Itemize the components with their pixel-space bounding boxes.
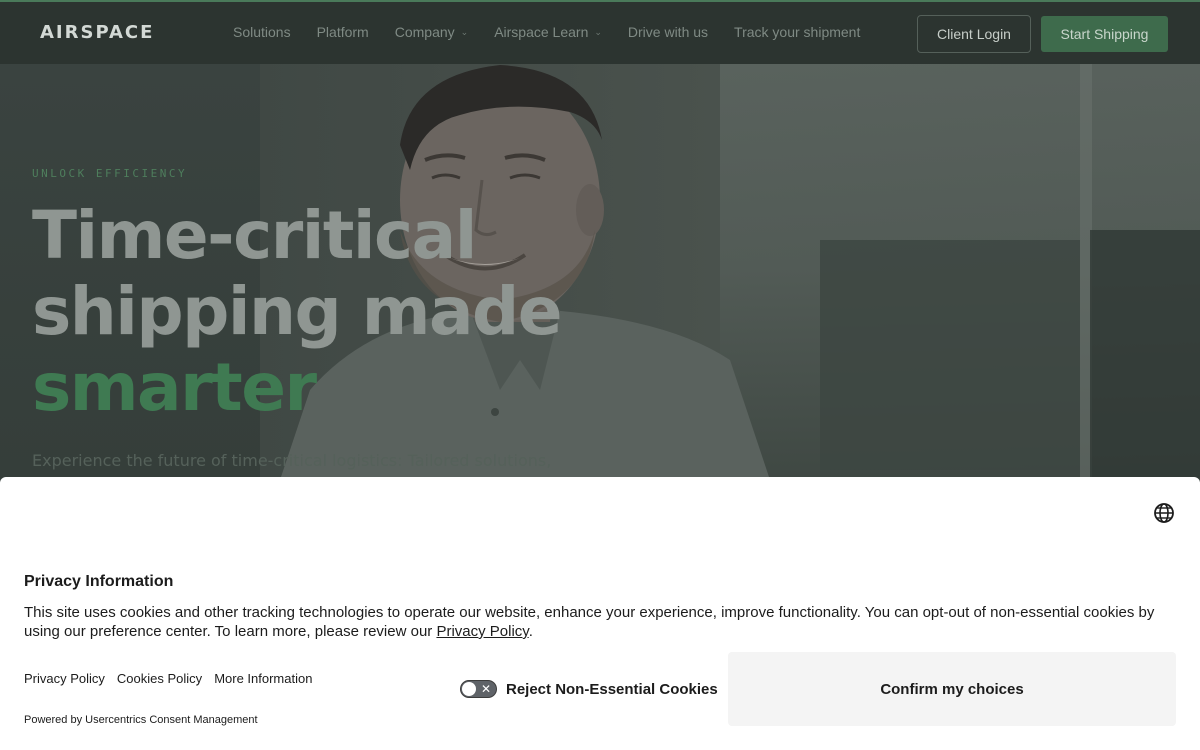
nav-item-company[interactable]: Company ⌄ — [395, 24, 468, 40]
close-icon: ✕ — [480, 682, 491, 696]
footer-link-privacy-policy[interactable]: Privacy Policy — [24, 671, 105, 686]
privacy-body: This site uses cookies and other trackin… — [24, 603, 1180, 641]
nav-item-solutions[interactable]: Solutions — [233, 24, 291, 40]
privacy-title: Privacy Information — [24, 573, 174, 590]
nav-item-label: Platform — [316, 24, 369, 40]
chevron-down-icon: ⌄ — [460, 26, 469, 37]
footer-link-more-information[interactable]: More Information — [214, 671, 312, 686]
nav-item-platform[interactable]: Platform — [317, 24, 369, 40]
privacy-body-end: . — [528, 623, 533, 640]
hero-headline: Time-critical shipping made smarter — [32, 197, 563, 426]
hero-eyebrow: UNLOCK EFFICIENCY — [32, 167, 188, 180]
privacy-policy-link[interactable]: Privacy Policy — [436, 623, 528, 640]
nav-item-label: Airspace Learn — [494, 24, 589, 40]
airspace-logo[interactable]: AIRSPACE — [40, 22, 154, 43]
nav-item-label: Company — [394, 24, 455, 40]
nav-item-airspace-learn[interactable]: Airspace Learn ⌄ — [494, 24, 602, 40]
headline-accent: smarter — [32, 349, 317, 426]
start-shipping-button[interactable]: Start Shipping — [1041, 16, 1168, 52]
nav-item-label: Track your shipment — [734, 24, 861, 40]
nav-item-drive-with-us[interactable]: Drive with us — [628, 24, 708, 40]
cookie-footer-links: Privacy Policy Cookies Policy More Infor… — [24, 671, 324, 686]
top-navigation: AIRSPACE Solutions Platform Company ⌄ Ai… — [0, 0, 1200, 64]
background-office — [820, 240, 1080, 470]
headline-line-2: shipping made — [32, 273, 563, 350]
nav-item-track-shipment[interactable]: Track your shipment — [734, 24, 860, 40]
reject-non-essential-label: Reject Non-Essential Cookies — [506, 680, 718, 698]
client-login-button[interactable]: Client Login — [917, 15, 1031, 53]
globe-icon[interactable] — [1153, 502, 1175, 524]
reject-non-essential-toggle-row[interactable]: ✕ Reject Non-Essential Cookies — [460, 680, 718, 698]
headline-line-1: Time-critical — [32, 197, 477, 274]
nav-item-label: Drive with us — [627, 24, 709, 40]
nav-links: Solutions Platform Company ⌄ Airspace Le… — [233, 24, 886, 40]
reject-non-essential-toggle[interactable]: ✕ — [460, 680, 497, 698]
privacy-body-text: This site uses cookies and other trackin… — [24, 604, 1155, 640]
nav-item-label: Solutions — [233, 24, 291, 40]
hero-subtext: Experience the future of time-critical l… — [32, 451, 552, 470]
background-plant — [1090, 230, 1200, 480]
chevron-down-icon: ⌄ — [594, 26, 602, 37]
toggle-knob — [462, 682, 476, 696]
footer-link-cookies-policy[interactable]: Cookies Policy — [117, 671, 202, 686]
powered-by-text: Powered by Usercentrics Consent Manageme… — [24, 714, 258, 726]
confirm-choices-button[interactable]: Confirm my choices — [728, 652, 1176, 726]
